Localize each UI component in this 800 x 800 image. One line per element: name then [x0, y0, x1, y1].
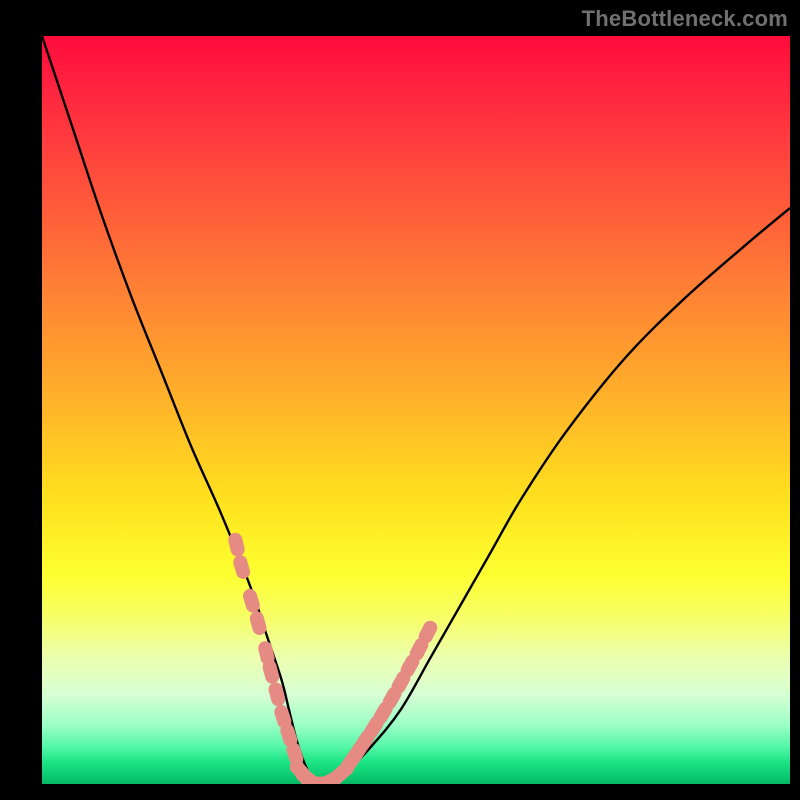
bottleneck-curve — [42, 36, 790, 784]
watermark-text: TheBottleneck.com — [582, 6, 788, 32]
curve-layer — [42, 36, 790, 784]
curve-marker — [232, 554, 252, 581]
marker-layer — [227, 531, 440, 784]
chart-frame: TheBottleneck.com — [0, 0, 800, 800]
plot-area — [42, 36, 790, 784]
